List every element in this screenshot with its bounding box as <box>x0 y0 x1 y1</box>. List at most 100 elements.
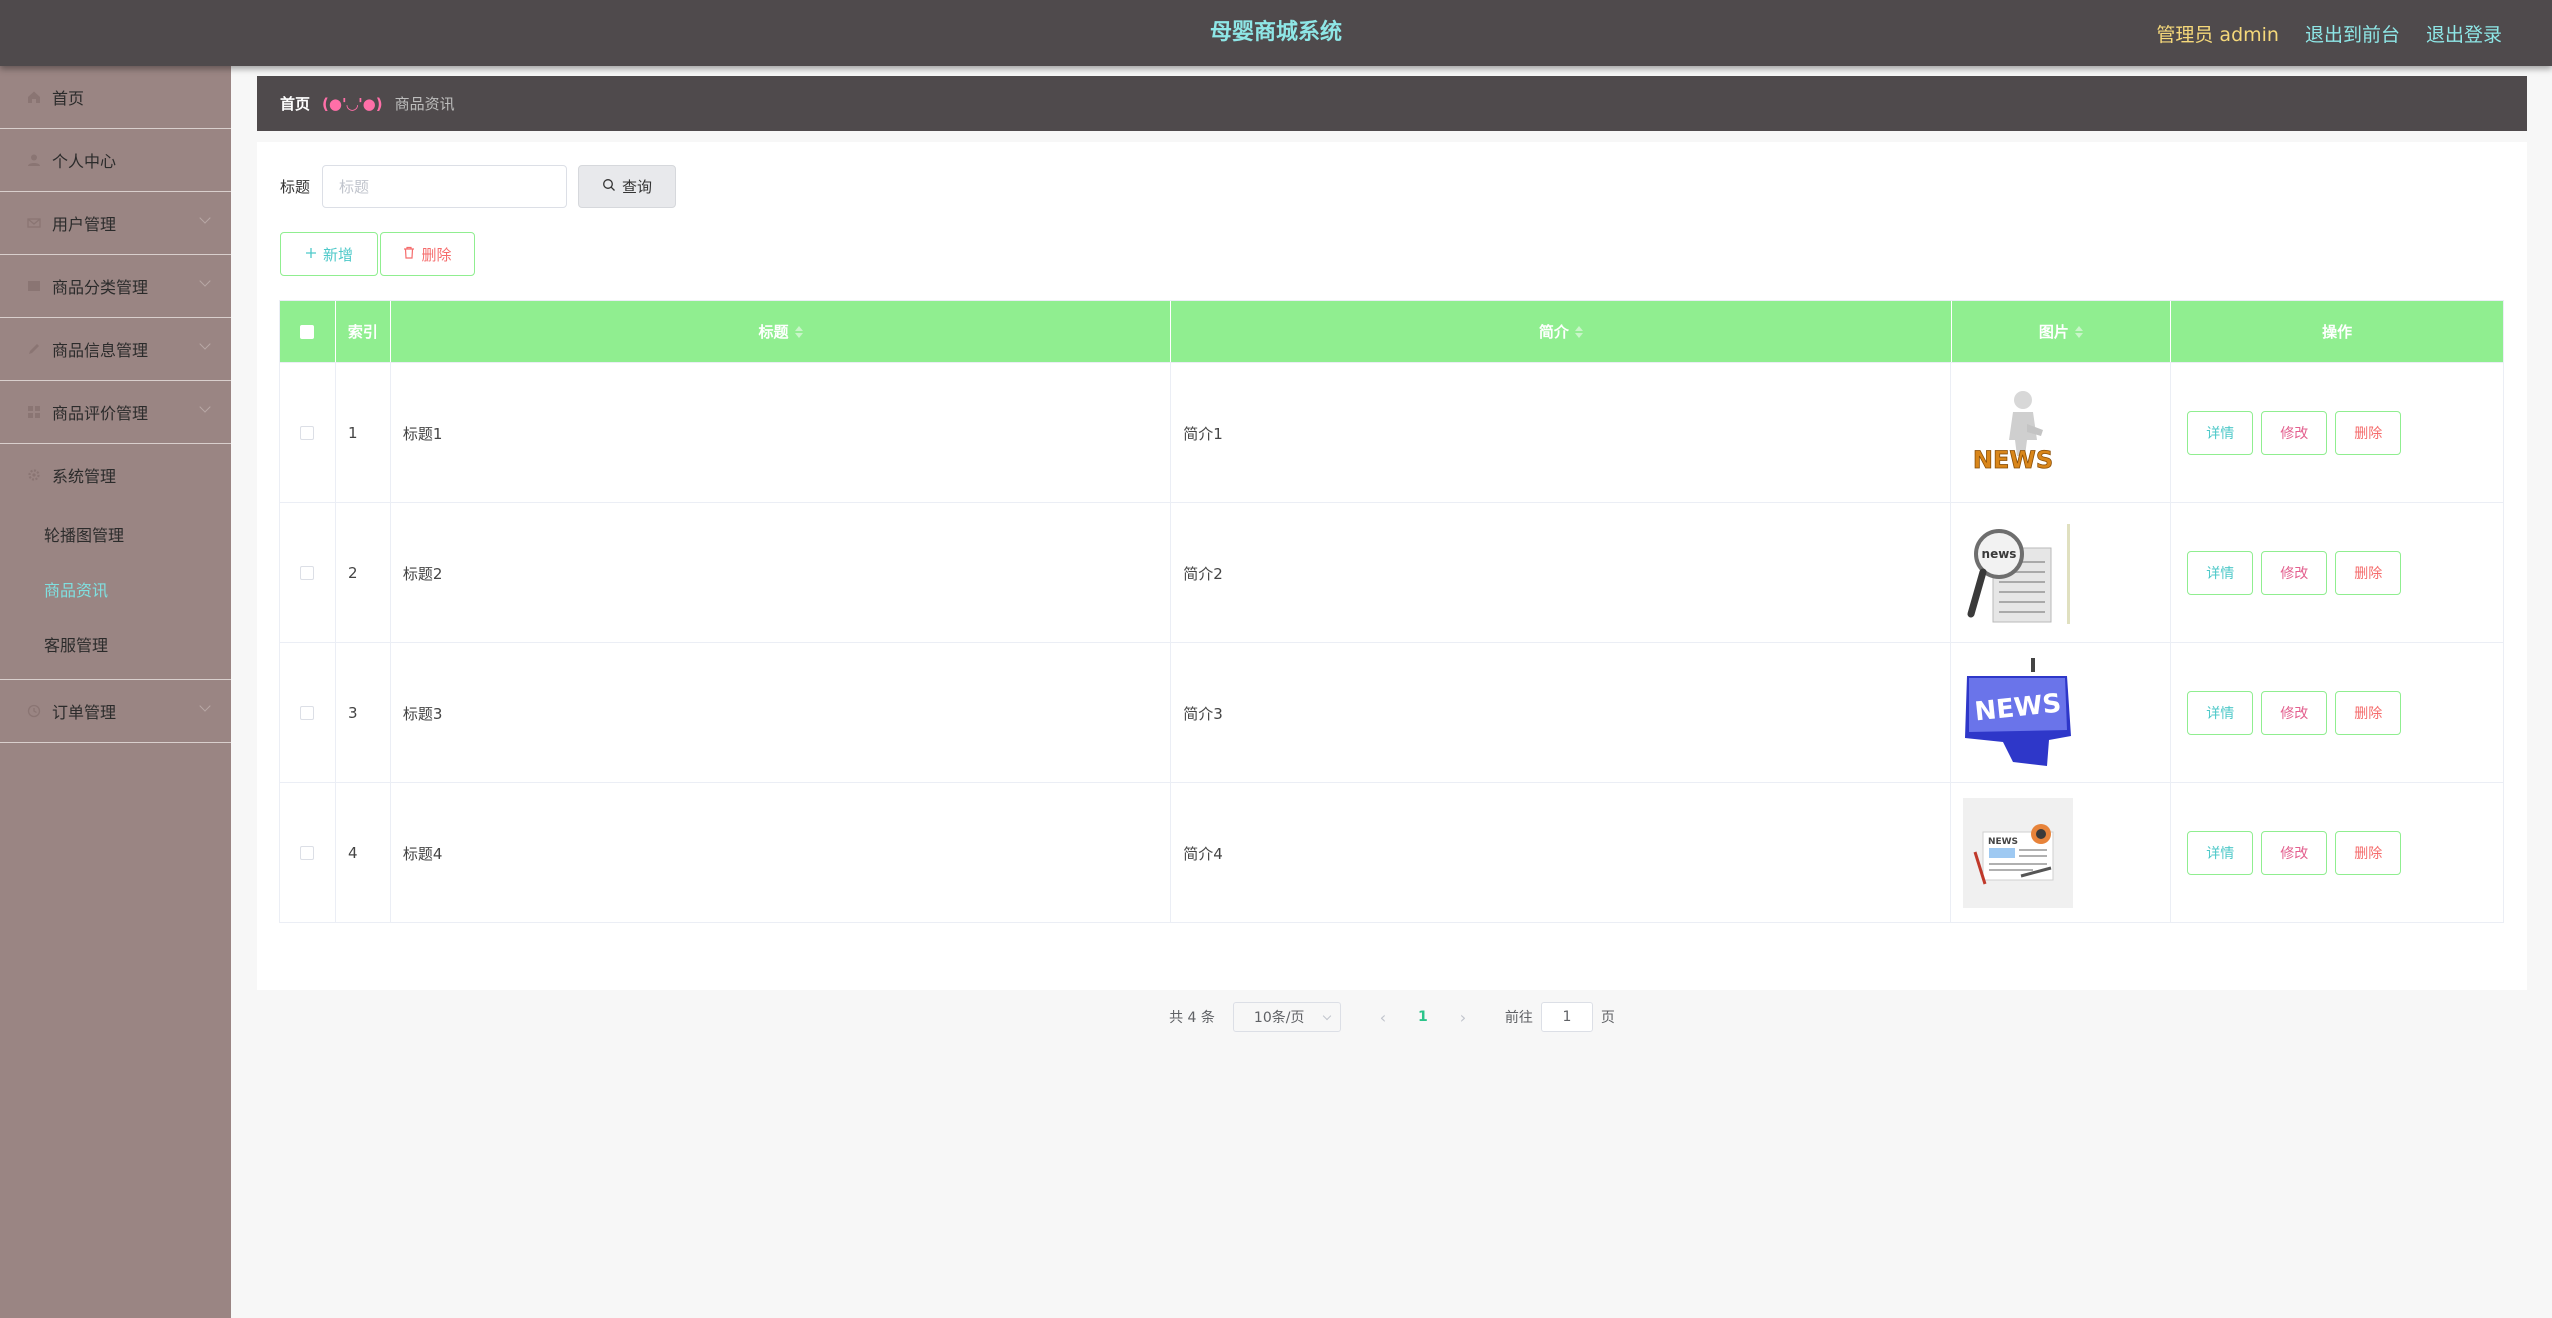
sort-icon[interactable] <box>1574 325 1583 338</box>
detail-button[interactable]: 详情 <box>2187 551 2254 595</box>
row-title: 标题1 <box>391 363 1172 503</box>
sidebar-item-label: 商品信息管理 <box>52 341 149 360</box>
sidebar-item-label: 商品分类管理 <box>52 278 149 297</box>
thumb-news-text: news <box>1982 547 2017 561</box>
row-title: 标题2 <box>391 503 1172 643</box>
delete-button[interactable]: 删除 <box>2335 411 2402 455</box>
table-row: 2 标题2 简介2 news 详情 修改 删除 <box>280 502 2503 643</box>
sidebar-item-system[interactable]: 系统管理 <box>0 444 231 506</box>
search-icon <box>602 178 616 196</box>
pagination: 共 4 条 10条/页 ‹ 1 › 前往 页 <box>257 1002 2527 1032</box>
row-title: 标题4 <box>391 783 1172 923</box>
logout-link[interactable]: 退出登录 <box>2426 20 2502 47</box>
news-table: 索引 标题 简介 图片 操作 1 标题1 简介1 NEWS 详情 修改 删除 2… <box>279 300 2504 923</box>
row-index: 2 <box>336 503 391 643</box>
chevron-down-icon <box>199 401 211 413</box>
exit-to-front-link[interactable]: 退出到前台 <box>2305 20 2400 47</box>
prev-page-button[interactable]: ‹ <box>1363 1002 1403 1032</box>
breadcrumb: 首页 (●'◡'●) 商品资讯 <box>257 76 2527 131</box>
page-number-current[interactable]: 1 <box>1403 1002 1443 1032</box>
column-header-index: 索引 <box>336 301 391 362</box>
sidebar-subitem-service[interactable]: 客服管理 <box>0 616 231 671</box>
list-icon <box>26 278 42 294</box>
chevron-down-icon <box>1322 1011 1332 1021</box>
column-header-image[interactable]: 图片 <box>1952 301 2172 362</box>
news-thumbnail[interactable]: news <box>1963 518 2074 628</box>
top-header: 母婴商城系统 管理员 admin 退出到前台 退出登录 <box>0 0 2552 66</box>
sidebar-item-home[interactable]: 首页 <box>0 66 231 129</box>
table-row: 3 标题3 简介3 NEWS 详情 修改 删除 <box>280 642 2503 783</box>
sidebar-item-orders[interactable]: 订单管理 <box>0 680 231 743</box>
sidebar-item-profile[interactable]: 个人中心 <box>0 129 231 192</box>
column-header-intro[interactable]: 简介 <box>1171 301 1952 362</box>
breadcrumb-current: 商品资讯 <box>394 95 455 113</box>
delete-button[interactable]: 删除 <box>2335 551 2402 595</box>
header-actions: 管理员 admin 退出到前台 退出登录 <box>2156 0 2502 66</box>
chevron-down-icon <box>199 338 211 350</box>
sidebar-item-goods[interactable]: 商品信息管理 <box>0 318 231 381</box>
edit-button[interactable]: 修改 <box>2261 691 2328 735</box>
row-checkbox[interactable] <box>300 426 315 440</box>
next-page-button[interactable]: › <box>1443 1002 1483 1032</box>
sort-icon[interactable] <box>2074 325 2083 338</box>
sidebar-item-category[interactable]: 商品分类管理 <box>0 255 231 318</box>
edit-button[interactable]: 修改 <box>2261 411 2328 455</box>
news-thumbnail[interactable]: NEWS <box>1963 378 2074 488</box>
batch-delete-button[interactable]: 删除 <box>380 232 475 276</box>
sidebar-item-label: 首页 <box>52 89 85 108</box>
trash-icon <box>403 245 415 263</box>
row-checkbox[interactable] <box>300 566 315 580</box>
row-index: 3 <box>336 643 391 783</box>
row-title: 标题3 <box>391 643 1172 783</box>
row-intro: 简介2 <box>1171 503 1952 643</box>
edit-button[interactable]: 修改 <box>2261 831 2328 875</box>
row-index: 1 <box>336 363 391 503</box>
row-checkbox[interactable] <box>300 706 315 720</box>
edit-icon <box>26 341 42 357</box>
sidebar-item-label: 系统管理 <box>52 467 117 486</box>
home-icon <box>26 89 42 105</box>
admin-label: 管理员 admin <box>2156 23 2279 46</box>
table-row: 1 标题1 简介1 NEWS 详情 修改 删除 <box>280 362 2503 503</box>
pagination-total: 共 4 条 <box>1169 1010 1215 1026</box>
detail-button[interactable]: 详情 <box>2187 831 2254 875</box>
row-intro: 简介3 <box>1171 643 1952 783</box>
query-button-label: 查询 <box>622 178 653 196</box>
sidebar-item-users[interactable]: 用户管理 <box>0 192 231 255</box>
goto-page-input[interactable] <box>1540 1002 1593 1032</box>
sidebar-item-reviews[interactable]: 商品评价管理 <box>0 381 231 444</box>
search-label: 标题 <box>280 178 311 196</box>
column-header-title[interactable]: 标题 <box>391 301 1172 362</box>
chevron-down-icon <box>199 212 211 224</box>
chevron-down-icon <box>199 275 211 287</box>
add-button-label: 新增 <box>322 245 353 264</box>
row-checkbox[interactable] <box>300 846 315 860</box>
sidebar-subitem-news[interactable]: 商品资讯 <box>0 561 231 616</box>
header-select-all[interactable] <box>280 301 336 362</box>
detail-button[interactable]: 详情 <box>2187 411 2254 455</box>
page-size-value: 10条/页 <box>1253 1010 1305 1026</box>
add-button[interactable]: 新增 <box>280 232 378 276</box>
mail-icon <box>26 215 42 231</box>
breadcrumb-home[interactable]: 首页 <box>280 93 310 114</box>
page-size-select[interactable]: 10条/页 <box>1232 1002 1341 1032</box>
delete-button[interactable]: 删除 <box>2335 691 2402 735</box>
sidebar-subitem-carousel[interactable]: 轮播图管理 <box>0 506 231 561</box>
title-search-input[interactable] <box>322 165 568 208</box>
query-button[interactable]: 查询 <box>578 165 677 208</box>
select-all-checkbox[interactable] <box>300 324 315 339</box>
sidebar: 首页 个人中心 用户管理 商品分类管理 商品信息管理 商品评价管理 系统管理 轮… <box>0 66 231 1318</box>
sidebar-item-label: 用户管理 <box>52 215 117 234</box>
sidebar-item-label: 商品评价管理 <box>52 404 149 423</box>
row-intro: 简介4 <box>1171 783 1952 923</box>
system-menu-group: 系统管理 轮播图管理 商品资讯 客服管理 <box>0 444 231 680</box>
edit-button[interactable]: 修改 <box>2261 551 2328 595</box>
sort-icon[interactable] <box>794 325 803 338</box>
chevron-down-icon <box>199 700 211 712</box>
table-header: 索引 标题 简介 图片 操作 <box>280 301 2503 362</box>
sidebar-item-label: 个人中心 <box>52 152 117 171</box>
news-thumbnail[interactable]: NEWS <box>1963 658 2074 768</box>
detail-button[interactable]: 详情 <box>2187 691 2254 735</box>
news-thumbnail[interactable]: NEWS <box>1963 798 2074 908</box>
delete-button[interactable]: 删除 <box>2335 831 2402 875</box>
